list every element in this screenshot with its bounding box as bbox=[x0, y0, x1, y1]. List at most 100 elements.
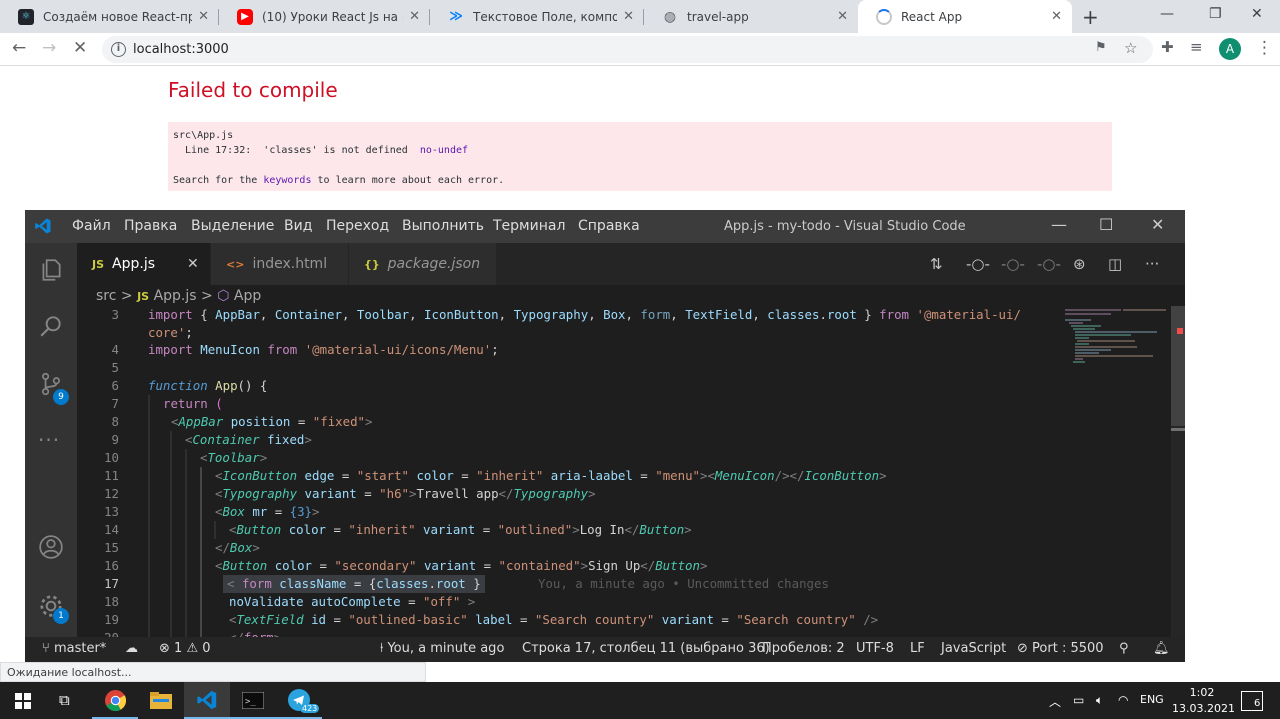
telegram-taskbar-button[interactable]: 423 bbox=[276, 682, 322, 719]
close-tab-icon[interactable]: ✕ bbox=[409, 9, 420, 24]
close-tab-icon[interactable]: ✕ bbox=[1051, 9, 1062, 24]
sync-icon[interactable]: ☁ bbox=[125, 641, 138, 656]
browser-tab[interactable]: ≫ Текстовое Поле, компонент R ✕ bbox=[430, 0, 644, 33]
browser-tab-active[interactable]: React App ✕ bbox=[858, 0, 1072, 33]
error-overlay-box: src\App.js Line 17:32: 'classes' is not … bbox=[168, 122, 1112, 191]
more-actions-icon[interactable]: ··· bbox=[1145, 255, 1159, 273]
problems-indicator[interactable]: ⊗ 1 ⚠ 0 bbox=[159, 641, 211, 656]
menu-kebab-icon[interactable]: ⋮ bbox=[1256, 38, 1273, 58]
close-window-icon[interactable]: ✕ bbox=[1251, 6, 1263, 22]
indentation[interactable]: Пробелов: 2 bbox=[762, 641, 845, 656]
language-mode[interactable]: JavaScript bbox=[941, 641, 1006, 656]
task-view-icon[interactable]: ⧉ bbox=[59, 691, 70, 709]
code-editor[interactable]: 3 import { AppBar, Container, Toolbar, Ic… bbox=[77, 306, 1061, 637]
menu-help[interactable]: Справка bbox=[578, 218, 640, 234]
account-icon[interactable] bbox=[38, 534, 64, 560]
error-icon: ⊗ bbox=[159, 641, 170, 656]
forward-icon[interactable]: → bbox=[42, 38, 56, 58]
editor-tab-package-json[interactable]: {} package.json bbox=[349, 243, 497, 285]
battery-icon[interactable]: ▭ bbox=[1073, 693, 1084, 707]
lint-rule-link[interactable]: no-undef bbox=[420, 145, 468, 156]
cursor-position[interactable]: Строка 17, столбец 11 (выбрано 36) bbox=[522, 641, 770, 656]
editor-tab-app-js[interactable]: JS App.js ✕ bbox=[77, 243, 211, 285]
menu-edit[interactable]: Правка bbox=[124, 218, 177, 234]
translate-icon[interactable]: ⚑ bbox=[1095, 40, 1107, 55]
git-commit-icon[interactable]: -○- bbox=[966, 255, 990, 273]
minimize-icon[interactable]: — bbox=[1160, 6, 1174, 22]
menu-selection[interactable]: Выделение bbox=[191, 218, 274, 234]
browser-tab[interactable]: ▶ (10) Уроки React Js на практи ✕ bbox=[219, 0, 430, 33]
address-bar[interactable]: i localhost:3000 ⚑ ☆ bbox=[102, 36, 1153, 63]
branch-indicator[interactable]: ⑂ master* bbox=[42, 641, 106, 656]
breadcrumb-file[interactable]: App.js bbox=[154, 288, 197, 304]
file-explorer-taskbar-button[interactable] bbox=[138, 682, 184, 719]
reading-list-icon[interactable]: ≡ bbox=[1190, 38, 1203, 56]
encoding[interactable]: UTF-8 bbox=[856, 641, 894, 656]
git-blame-annotation: You, a minute ago • Uncommitted changes bbox=[538, 576, 829, 591]
close-window-icon[interactable]: ✕ bbox=[1151, 215, 1164, 234]
keywords-link[interactable]: keywords bbox=[263, 175, 311, 186]
breadcrumb-symbol[interactable]: App bbox=[234, 288, 261, 304]
vscode-logo-icon bbox=[35, 218, 51, 234]
stop-loading-icon[interactable]: ✕ bbox=[73, 38, 87, 58]
volume-icon[interactable]: 🔈︎ bbox=[1096, 693, 1103, 708]
git-blame-status[interactable]: ⍿ You, a minute ago bbox=[380, 641, 504, 656]
clock[interactable]: 1:02 13.03.2021 bbox=[1172, 685, 1235, 717]
restore-icon[interactable]: ❐ bbox=[1209, 6, 1222, 22]
menu-file[interactable]: Файл bbox=[72, 218, 111, 234]
breadcrumb-folder[interactable]: src bbox=[96, 288, 116, 304]
explorer-icon[interactable] bbox=[38, 257, 64, 283]
open-changes-icon[interactable]: ⊛ bbox=[1073, 255, 1086, 273]
close-tab-icon[interactable]: ✕ bbox=[187, 256, 199, 272]
close-tab-icon[interactable]: ✕ bbox=[623, 9, 634, 24]
notifications-bell-icon[interactable]: 🔔︎ bbox=[1153, 641, 1170, 656]
end-of-line[interactable]: LF bbox=[910, 641, 925, 656]
vscode-window: Файл Правка Выделение Вид Переход Выполн… bbox=[25, 210, 1185, 662]
close-tab-icon[interactable]: ✕ bbox=[198, 9, 209, 24]
next-change-icon[interactable]: -○- bbox=[1037, 255, 1061, 273]
previous-change-icon[interactable]: -○- bbox=[1001, 255, 1025, 273]
minimap[interactable] bbox=[1061, 306, 1171, 637]
unread-count-badge: 423 bbox=[300, 704, 320, 713]
chrome-taskbar-button[interactable] bbox=[92, 682, 138, 719]
input-language[interactable]: ENG bbox=[1140, 693, 1164, 706]
new-tab-icon[interactable]: + bbox=[1082, 5, 1099, 29]
terminal-taskbar-button[interactable]: >_ bbox=[230, 682, 276, 719]
show-hidden-icons-icon[interactable]: ︿ bbox=[1049, 693, 1061, 710]
no-entry-icon: ⊘ bbox=[1017, 641, 1028, 656]
url-text[interactable]: localhost:3000 bbox=[133, 42, 229, 57]
menu-view[interactable]: Вид bbox=[284, 218, 312, 234]
code-line: core'; bbox=[148, 325, 193, 340]
minimize-icon[interactable]: — bbox=[1051, 215, 1067, 234]
html-file-icon: <> bbox=[226, 257, 245, 271]
editor-tab-index-html[interactable]: <> index.html bbox=[211, 243, 349, 285]
maximize-icon[interactable]: ☐ bbox=[1099, 215, 1113, 234]
vscode-taskbar-button[interactable] bbox=[184, 682, 230, 719]
site-info-icon[interactable]: i bbox=[111, 42, 126, 57]
search-icon[interactable] bbox=[38, 313, 64, 339]
windows-start-icon[interactable] bbox=[15, 693, 31, 709]
menu-run[interactable]: Выполнить bbox=[402, 218, 484, 234]
live-server-port[interactable]: ⊘ Port : 5500 bbox=[1017, 641, 1104, 656]
chevron-right-icon: > bbox=[201, 288, 213, 304]
menu-go[interactable]: Переход bbox=[326, 218, 389, 234]
editor-tab-bar: JS App.js ✕ <> index.html {} package.jso… bbox=[77, 243, 1185, 285]
close-tab-icon[interactable]: ✕ bbox=[837, 9, 848, 24]
compare-changes-icon[interactable]: ⇅ bbox=[930, 255, 943, 273]
react-icon: ⚛ bbox=[18, 8, 34, 25]
split-editor-icon[interactable]: ◫ bbox=[1108, 255, 1122, 273]
vscode-icon bbox=[197, 690, 217, 710]
wifi-icon[interactable]: ◠ bbox=[1118, 693, 1128, 707]
avatar[interactable]: A bbox=[1219, 38, 1241, 60]
menu-terminal[interactable]: Терминал bbox=[493, 218, 565, 234]
browser-tab[interactable]: ◍ travel-app ✕ bbox=[644, 0, 858, 33]
bookmark-star-icon[interactable]: ☆ bbox=[1124, 39, 1137, 57]
browser-tab[interactable]: ⚛ Создаём новое React-прилож ✕ bbox=[0, 0, 219, 33]
extensions-icon[interactable]: ✚ bbox=[1161, 38, 1174, 56]
notification-center-icon[interactable]: 6 bbox=[1241, 691, 1263, 711]
more-icon[interactable]: ··· bbox=[38, 428, 64, 454]
feedback-icon[interactable]: ⚲ bbox=[1119, 641, 1129, 656]
vertical-scrollbar[interactable] bbox=[1171, 306, 1185, 637]
code-line: 3 import { AppBar, Container, Toolbar, Ic… bbox=[111, 307, 1021, 322]
back-icon[interactable]: ← bbox=[12, 38, 26, 58]
